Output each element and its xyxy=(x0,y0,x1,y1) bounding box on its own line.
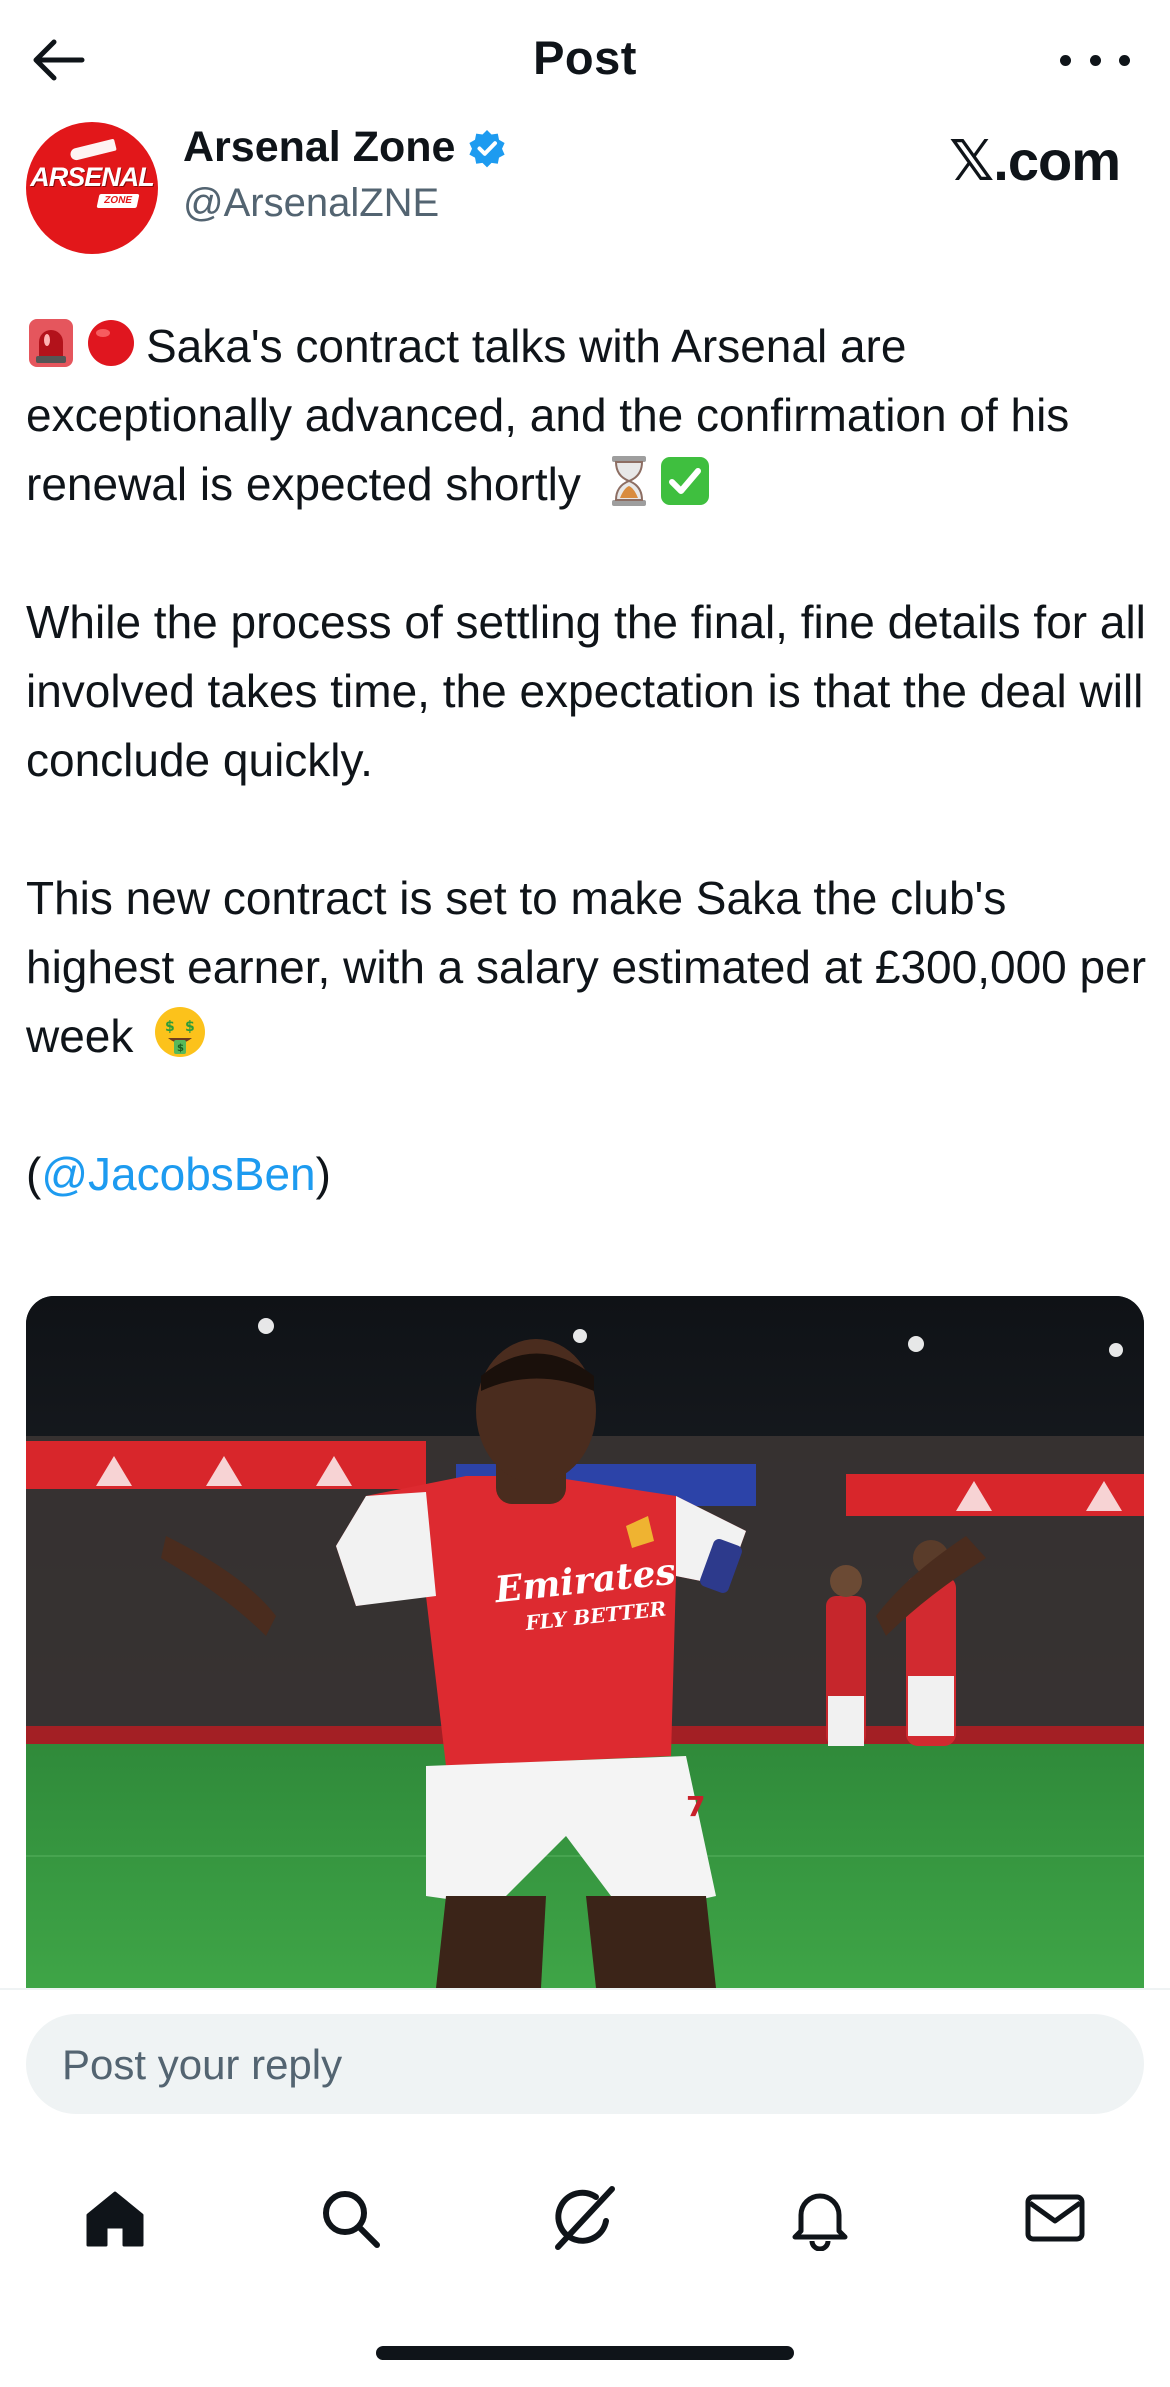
reply-input[interactable]: Post your reply xyxy=(26,2014,1144,2114)
tab-grok[interactable] xyxy=(545,2178,625,2258)
money-mouth-face-emoji-icon: $ $ $ xyxy=(155,1007,206,1057)
shirt-number: 7 xyxy=(686,1790,705,1823)
tweet-paragraph-1: Saka's contract talks with Arsenal are e… xyxy=(26,312,1151,519)
tweet-text: Saka's contract talks with Arsenal are e… xyxy=(26,312,1151,1209)
tweet-paragraph-2: While the process of settling the final,… xyxy=(26,596,1146,786)
check-mark-emoji-icon xyxy=(660,457,709,505)
bottom-tab-bar xyxy=(0,2158,1170,2268)
top-bar: Post xyxy=(0,0,1170,120)
svg-text:$: $ xyxy=(177,1043,184,1054)
cannon-icon xyxy=(69,138,117,162)
mail-icon xyxy=(1025,2194,1085,2242)
avatar-logo-text: ARSENAL xyxy=(30,162,155,192)
home-indicator[interactable] xyxy=(376,2346,794,2360)
avatar-logo-subtext: ZONE xyxy=(96,194,140,208)
divider xyxy=(0,1988,1170,1990)
more-horizontal-icon xyxy=(1060,54,1071,66)
reply-placeholder: Post your reply xyxy=(62,2041,343,2088)
search-icon xyxy=(323,2191,380,2248)
red-circle-emoji-icon xyxy=(88,320,134,366)
svg-text:$: $ xyxy=(165,1019,175,1035)
verified-badge-icon xyxy=(469,129,506,167)
home-icon xyxy=(86,2191,144,2247)
tweet-paragraph-3: This new contract is set to make Saka th… xyxy=(26,872,1147,1062)
tab-messages[interactable] xyxy=(1015,2178,1095,2258)
page-title: Post xyxy=(533,31,637,84)
svg-text:$: $ xyxy=(185,1019,195,1035)
post-image[interactable]: Emirates FLY BETTER 7 xyxy=(26,1296,1144,1988)
grok-icon xyxy=(555,2186,615,2250)
tab-notifications[interactable] xyxy=(780,2178,860,2258)
author-name-row[interactable]: Arsenal Zone xyxy=(183,123,507,172)
more-button[interactable] xyxy=(1060,40,1130,80)
avatar[interactable]: ARSENAL ZONE xyxy=(26,122,158,254)
tab-search[interactable] xyxy=(310,2178,390,2258)
author-handle[interactable]: @ArsenalZNE xyxy=(183,181,439,226)
tab-home[interactable] xyxy=(75,2178,155,2258)
hourglass-emoji-icon xyxy=(611,456,646,506)
x-watermark: 𝕏.com xyxy=(949,129,1121,192)
siren-emoji-icon xyxy=(29,319,73,367)
bell-icon xyxy=(792,2193,848,2251)
stadium-photo: Emirates FLY BETTER 7 xyxy=(26,1296,1144,1988)
tweet-source: (@JacobsBen) xyxy=(26,1148,331,1200)
mention-link[interactable]: @JacobsBen xyxy=(41,1148,315,1200)
author-display-name[interactable]: Arsenal Zone xyxy=(183,123,455,172)
